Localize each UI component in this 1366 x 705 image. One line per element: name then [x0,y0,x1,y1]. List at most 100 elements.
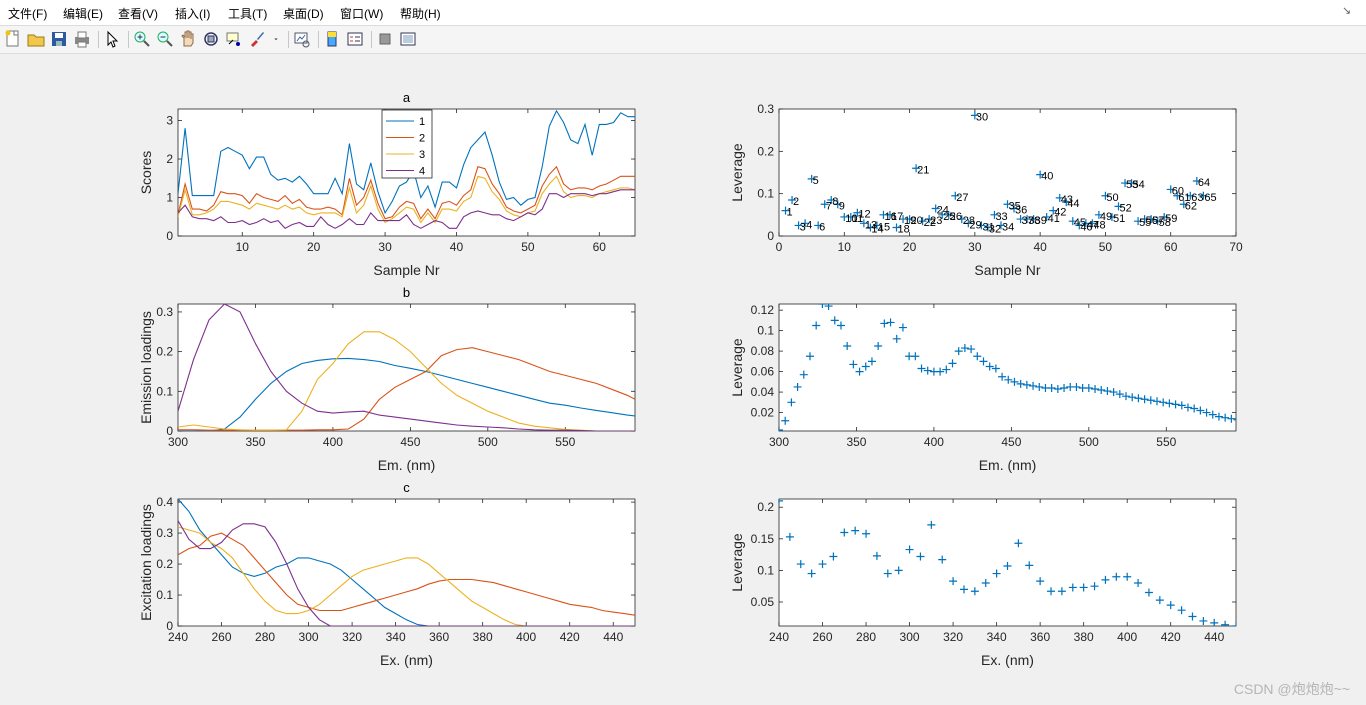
x-tick-label: 280 [856,630,876,644]
y-tick-label: 0.2 [156,345,173,359]
x-tick-label: 400 [924,435,944,449]
legend[interactable]: 1 2 3 4 [381,109,433,179]
x-tick-label: 500 [478,435,498,449]
axes-lev-a[interactable]: 0 10 20 30 40 50 60 70 0 0.1 0.2 0.3 Sample Nr Levera… [729,102,1243,278]
show-plot-tools-icon[interactable] [399,30,417,48]
axes-lev-b[interactable]: 300 350 400 450 500 550 0.02 0.04 0.06 0.08 0.1 0.1… [729,300,1242,473]
y-tick-label: 3 [166,114,173,128]
x-tick-label: 450 [400,435,420,449]
x-tick-label: 260 [813,630,833,644]
x-tick-label: 380 [473,630,493,644]
y-tick-label: 0.2 [156,557,173,571]
x-tick-label: 340 [386,630,406,644]
y-tick-label: 0 [166,619,173,633]
toolbar-separator [288,31,289,48]
point-label: 39 [1035,215,1047,227]
save-icon[interactable] [50,30,68,48]
hide-plot-tools-icon[interactable] [376,30,394,48]
axes-c[interactable]: 240 260 280 300 320 340 360 380 400 420 44000.10.2… [138,480,636,668]
point-label: 7 [826,200,832,212]
zoom-in-icon[interactable] [133,30,151,48]
x-axis-label: Em. (nm) [378,457,436,473]
y-tick-label: 0.3 [757,102,774,116]
data-cursor-icon[interactable] [225,30,243,48]
point-label: 2 [793,196,799,208]
axes-a[interactable]: 10 20 30 40 50 60 0 1 2 3 a Sample Nr Scores 1 2 3 4 [138,90,636,278]
dock-figure-icon[interactable]: ↘ [1342,4,1354,17]
point-label: 59 [1165,213,1177,225]
point-label: 3 [800,221,806,233]
x-tick-label: 350 [846,435,866,449]
point-label: 40 [1041,171,1053,183]
x-tick-label: 420 [1161,630,1181,644]
x-tick-label: 400 [323,435,343,449]
y-tick-label: 0.1 [757,324,774,338]
menu-desktop[interactable]: 桌面(D) [283,5,324,22]
plot-area [778,303,1237,432]
y-axis-label: Scores [138,151,154,195]
menu-view[interactable]: 查看(V) [118,5,158,22]
new-figure-icon[interactable] [4,30,22,48]
menu-insert[interactable]: 插入(I) [175,5,210,22]
point-label: 44 [1067,198,1079,210]
open-file-icon[interactable] [27,30,45,48]
point-label: 26 [950,211,962,223]
menu-help[interactable]: 帮助(H) [400,5,441,22]
x-tick-label: 20 [307,240,321,254]
x-axis-label: Sample Nr [373,262,439,278]
x-tick-label: 40 [450,240,464,254]
brush-dropdown-icon[interactable] [271,30,281,48]
x-tick-label: 400 [1117,630,1137,644]
colorbar-icon[interactable] [323,30,341,48]
pan-icon[interactable] [179,30,197,48]
x-tick-label: 360 [429,630,449,644]
x-axis-label: Em. (nm) [979,457,1037,473]
print-icon[interactable] [73,30,91,48]
legend-icon[interactable] [346,30,364,48]
x-tick-label: 300 [900,630,920,644]
y-tick-label: 0.1 [757,563,774,577]
point-label: 27 [956,192,968,204]
point-label: 32 [989,224,1001,236]
rotate-3d-icon[interactable] [202,30,220,48]
y-tick-label: 1 [166,191,173,205]
y-tick-label: 0.1 [156,384,173,398]
y-axis-label: Emission loadings [138,311,154,424]
point-label: 63 [1191,192,1203,204]
x-tick-label: 380 [1074,630,1094,644]
menu-bar: 文件(F) 编辑(E) 查看(V) 插入(I) 工具(T) 桌面(D) 窗口(W… [0,0,1366,26]
axes-lev-c[interactable]: 240 260 280 300 320 340 360 380 400 420 440 0.05 0.1… [729,497,1240,668]
x-tick-label: 30 [968,240,982,254]
brush-icon[interactable] [248,30,266,48]
pointer-icon[interactable] [103,30,121,48]
x-tick-label: 40 [1033,240,1047,254]
zoom-out-icon[interactable] [156,30,174,48]
x-axis-label: Ex. (nm) [380,652,433,668]
y-tick-label: 2 [166,152,173,166]
menu-tools[interactable]: 工具(T) [228,5,267,22]
point-label: 15 [878,221,890,233]
axes-b[interactable]: 300 350 400 450 500 55000.10.20.3bEm. (nm)Emi… [138,285,636,473]
x-tick-label: 550 [555,435,575,449]
x-tick-label: 300 [299,630,319,644]
y-axis-label: Leverage [729,533,745,592]
x-tick-label: 500 [1079,435,1099,449]
y-tick-label: 0.12 [751,303,775,317]
link-plot-icon[interactable] [293,30,311,48]
menu-file[interactable]: 文件(F) [8,5,47,22]
menu-edit[interactable]: 编辑(E) [63,5,103,22]
x-tick-label: 0 [776,240,783,254]
y-tick-label: 0.4 [156,495,173,509]
x-tick-label: 50 [521,240,535,254]
legend-entry: 2 [419,133,425,145]
y-tick-label: 0.3 [156,526,173,540]
point-label: 50 [1106,192,1118,204]
menu-window[interactable]: 窗口(W) [340,5,383,22]
y-tick-label: 0.02 [751,406,775,420]
y-tick-label: 0.06 [751,365,775,379]
point-label: 8 [832,196,838,208]
legend-entry: 4 [419,166,425,178]
point-label: 4 [806,219,812,231]
toolbar-separator [371,31,372,48]
y-tick-label: 0.08 [751,344,775,358]
